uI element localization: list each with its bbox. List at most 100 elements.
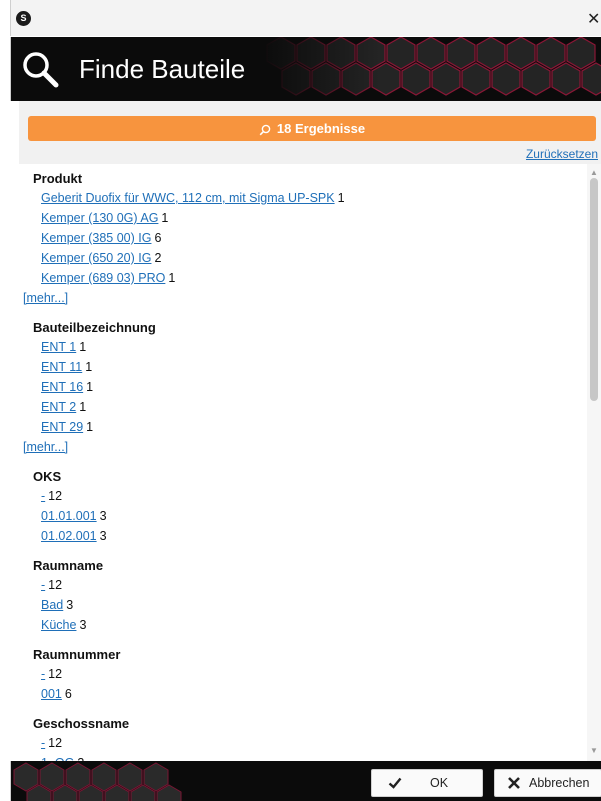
- hexagon-pattern: [13, 762, 182, 801]
- more-link-row: [mehr...]: [23, 288, 585, 308]
- facet-item-link[interactable]: ENT 11: [41, 360, 82, 374]
- facet-item: ENT 16 1: [33, 377, 585, 397]
- more-link-row: [mehr...]: [23, 437, 585, 457]
- facet-item-count: 12: [48, 578, 63, 592]
- facet-section: OKS -12 01.01.001 3 01.02.001 3: [33, 469, 585, 546]
- facet-item-count: 1: [79, 400, 87, 414]
- facet-item: -12: [33, 664, 585, 684]
- more-link[interactable]: [mehr...]: [23, 440, 68, 454]
- facet-item-count: 2: [154, 251, 162, 265]
- facet-item: 01.01.001 3: [33, 506, 585, 526]
- facet-item-count: 12: [48, 489, 63, 503]
- facet-section-title: Bauteilbezeichnung: [33, 320, 156, 335]
- facet-item-link[interactable]: -: [41, 736, 45, 750]
- facet-item: ENT 29 1: [33, 417, 585, 437]
- scroll-down-icon[interactable]: ▼: [590, 746, 598, 755]
- scroll-up-icon[interactable]: ▲: [590, 168, 598, 177]
- facet-item: Bad 3: [33, 595, 585, 615]
- facet-item-count: 6: [154, 231, 162, 245]
- facet-section-title: Raumname: [33, 558, 104, 573]
- facet-item: Kemper (689 03) PRO 1: [33, 268, 585, 288]
- facet-item: Küche 3: [33, 615, 585, 635]
- facet-item-link[interactable]: ENT 29: [41, 420, 83, 434]
- facet-item-link[interactable]: -: [41, 489, 45, 503]
- window-titlebar: S ✕: [10, 0, 601, 36]
- facet-item: ENT 11 1: [33, 357, 585, 377]
- facet-item-count: 3: [99, 529, 107, 543]
- close-icon[interactable]: ✕: [587, 9, 601, 29]
- facet-item-count: 1: [79, 340, 87, 354]
- facet-item-count: 1: [161, 211, 169, 225]
- facet-item-count: 12: [48, 667, 63, 681]
- facet-section: Raumnummer -12 001 6: [33, 647, 585, 704]
- facet-item-link[interactable]: Kemper (650 20) IG: [41, 251, 151, 265]
- filter-panel: 18 Ergebnisse Zurücksetzen Produkt Geberi…: [19, 101, 601, 761]
- results-button[interactable]: 18 Ergebnisse: [28, 116, 596, 141]
- facet-section: Bauteilbezeichnung ENT 1 1 ENT 11 1 ENT 16 1 EN…: [23, 320, 585, 457]
- facet-item-link[interactable]: Kemper (385 00) IG: [41, 231, 151, 245]
- facet-item-count: 1: [168, 271, 176, 285]
- facet-item: Kemper (130 0G) AG 1: [33, 208, 585, 228]
- scrollbar-thumb[interactable]: [590, 178, 598, 401]
- facet-item: Kemper (650 20) IG 2: [33, 248, 585, 268]
- facet-section: Produkt Geberit Duofix für WWC, 112 cm, m…: [23, 171, 585, 308]
- facet-item: -12: [33, 575, 585, 595]
- facet-item-link[interactable]: Kemper (130 0G) AG: [41, 211, 158, 225]
- facet-section: Geschossname-121. OG32. OG3: [33, 716, 585, 761]
- dialog-footer: OK Abbrechen: [10, 761, 601, 801]
- facet-section-title: Raumnummer: [33, 647, 121, 662]
- cancel-button[interactable]: Abbrechen: [494, 769, 601, 797]
- facet-item-count: 1: [85, 360, 93, 374]
- results-count-label: 18 Ergebnisse: [276, 121, 366, 136]
- facet-item-link[interactable]: Küche: [41, 618, 76, 632]
- facet-item: Geberit Duofix für WWC, 112 cm, mit Sigm…: [33, 188, 585, 208]
- facet-item-link[interactable]: 01.01.001: [41, 509, 97, 523]
- facet-item-link[interactable]: 01.02.001: [41, 529, 97, 543]
- check-icon: [388, 776, 402, 793]
- cancel-button-label: Abbrechen: [529, 776, 590, 790]
- facet-item: -12: [33, 733, 585, 753]
- facet-item-count: 6: [64, 687, 72, 701]
- facet-item-link[interactable]: Geberit Duofix für WWC, 112 cm, mit Sigm…: [41, 191, 335, 205]
- results-bar: 18 Ergebnisse Zurücksetzen: [19, 101, 601, 164]
- facet-item-count: 1: [337, 191, 345, 205]
- more-link[interactable]: [mehr...]: [23, 291, 68, 305]
- search-icon: [23, 52, 59, 88]
- facet-item: ENT 11: [33, 337, 585, 357]
- facet-item: Kemper (385 00) IG 6: [33, 228, 585, 248]
- facet-item-link[interactable]: -: [41, 667, 45, 681]
- facet-section: Raumname -12 Bad 3 Küche 3: [33, 558, 585, 635]
- ok-button-label: OK: [430, 776, 449, 790]
- hexagon-pattern: [261, 37, 601, 101]
- facet-item-count: 3: [79, 618, 87, 632]
- app-logo-icon: S: [16, 11, 31, 26]
- facet-item: 01.02.001 3: [33, 526, 585, 546]
- dialog-header: Finde Bauteile: [10, 37, 601, 101]
- facet-item-count: 1: [86, 420, 94, 434]
- page-title: Finde Bauteile: [79, 54, 246, 84]
- facet-item: 001 6: [33, 684, 585, 704]
- facet-section-title: Geschossname: [33, 716, 130, 731]
- facet-list: Produkt Geberit Duofix für WWC, 112 cm, m…: [19, 164, 585, 761]
- x-icon: [507, 776, 521, 793]
- search-icon: [259, 124, 271, 135]
- facet-item-count: 3: [99, 509, 107, 523]
- facet-item: -12: [33, 486, 585, 506]
- facet-item-link[interactable]: Bad: [41, 598, 63, 612]
- facet-item-link[interactable]: 001: [41, 687, 62, 701]
- facet-item: 1. OG3: [33, 753, 585, 761]
- facet-item-link[interactable]: ENT 2: [41, 400, 76, 414]
- facet-item-link[interactable]: Kemper (689 03) PRO: [41, 271, 165, 285]
- facet-item-count: 1: [86, 380, 94, 394]
- facet-item-count: 3: [66, 598, 74, 612]
- facet-section-title: OKS: [33, 469, 62, 484]
- facet-item-link[interactable]: ENT 1: [41, 340, 76, 354]
- facet-item-count: 12: [48, 736, 63, 750]
- facet-item-link[interactable]: -: [41, 578, 45, 592]
- ok-button[interactable]: OK: [371, 769, 483, 797]
- vertical-scrollbar[interactable]: ▲ ▼: [587, 164, 601, 761]
- facet-section-title: Produkt: [33, 171, 83, 186]
- facet-item: ENT 21: [33, 397, 585, 417]
- facet-item-link[interactable]: ENT 16: [41, 380, 83, 394]
- reset-link[interactable]: Zurücksetzen: [526, 147, 598, 161]
